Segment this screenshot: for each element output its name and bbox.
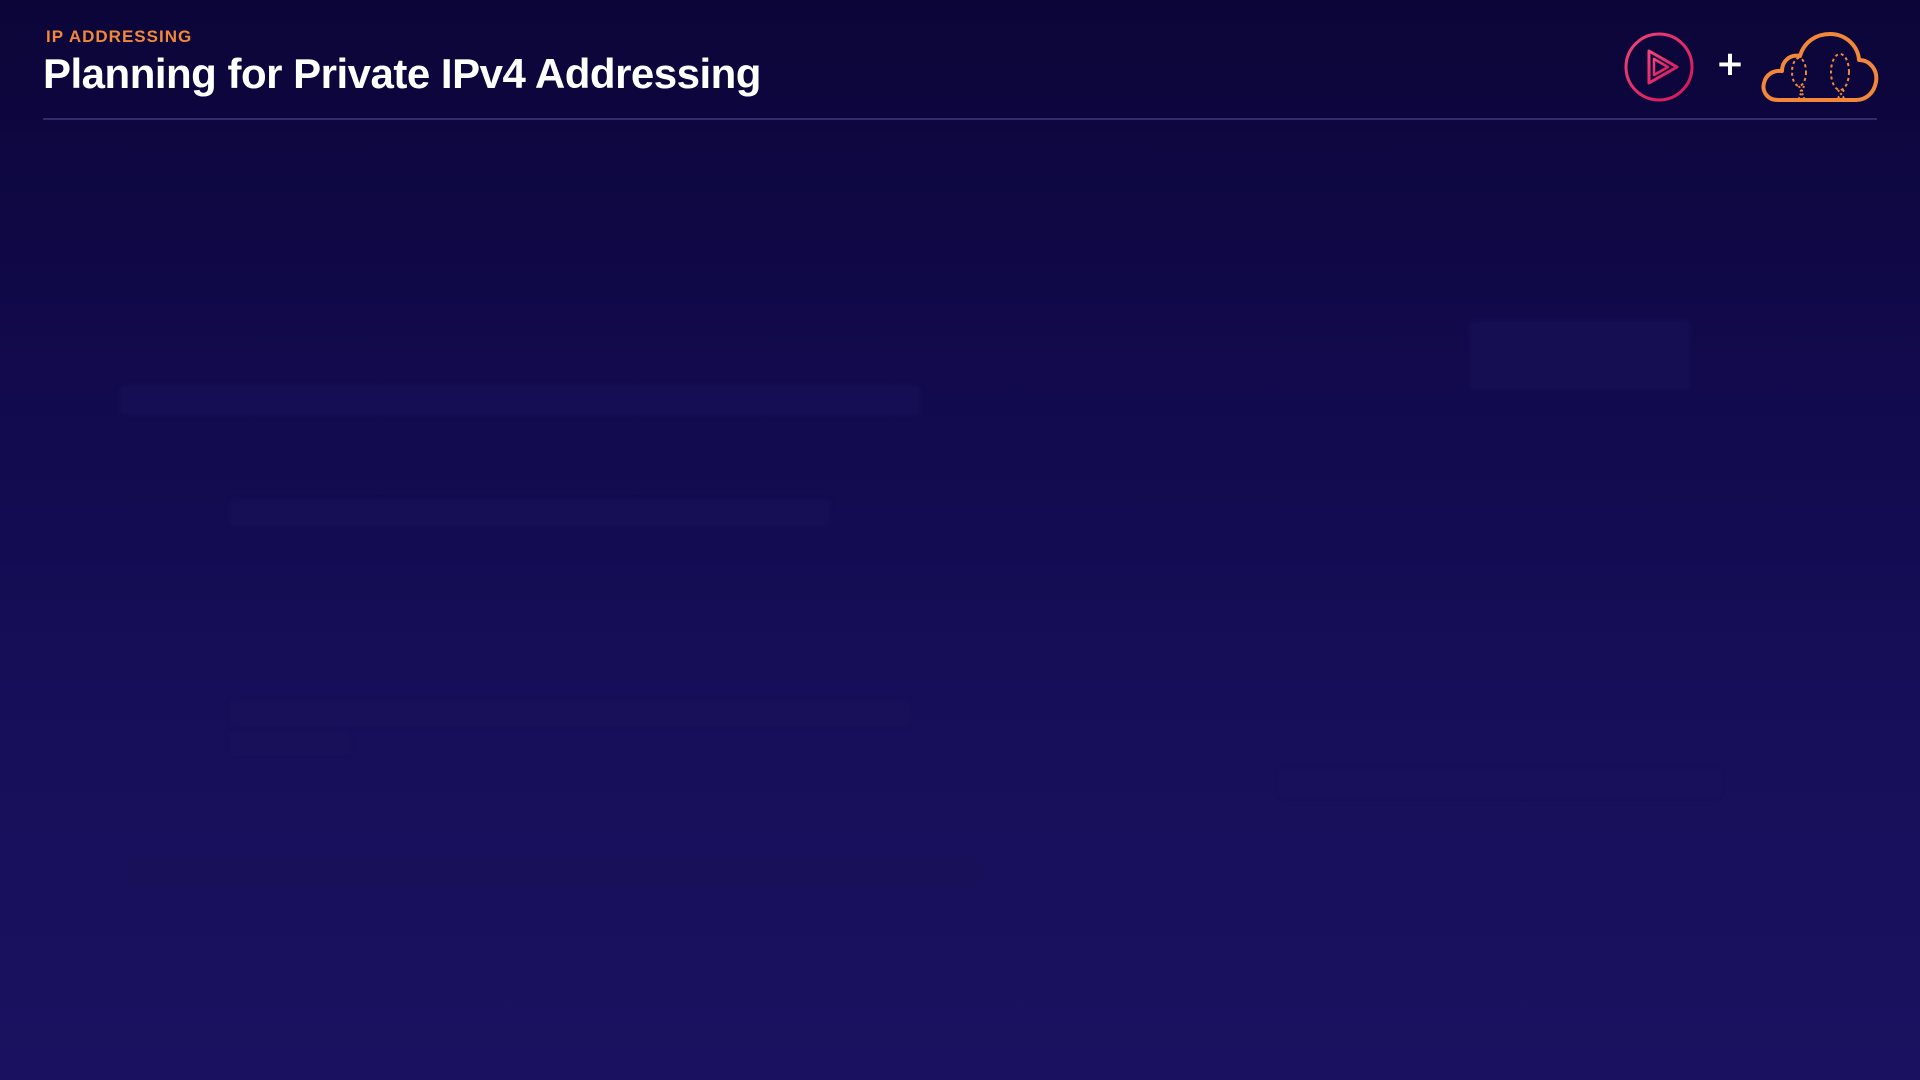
header-divider [43, 118, 1877, 120]
faded-content-block [130, 860, 980, 886]
faded-content-block [1280, 770, 1720, 796]
slide-title: Planning for Private IPv4 Addressing [43, 50, 761, 97]
faded-content-block [230, 700, 910, 726]
play-circle-icon [1623, 31, 1695, 103]
plus-separator: + [1715, 44, 1745, 84]
slide-header: IP ADDRESSING Planning for Private IPv4 … [43, 24, 1877, 120]
cloud-icon [1760, 28, 1880, 106]
faded-content-block [120, 385, 920, 415]
slide: IP ADDRESSING Planning for Private IPv4 … [0, 0, 1920, 1080]
faded-content-block [230, 732, 350, 754]
faded-content-block [1470, 320, 1690, 390]
faded-content-block [230, 500, 830, 526]
section-label: IP ADDRESSING [46, 27, 193, 46]
brand-logos: + [1620, 28, 1880, 108]
